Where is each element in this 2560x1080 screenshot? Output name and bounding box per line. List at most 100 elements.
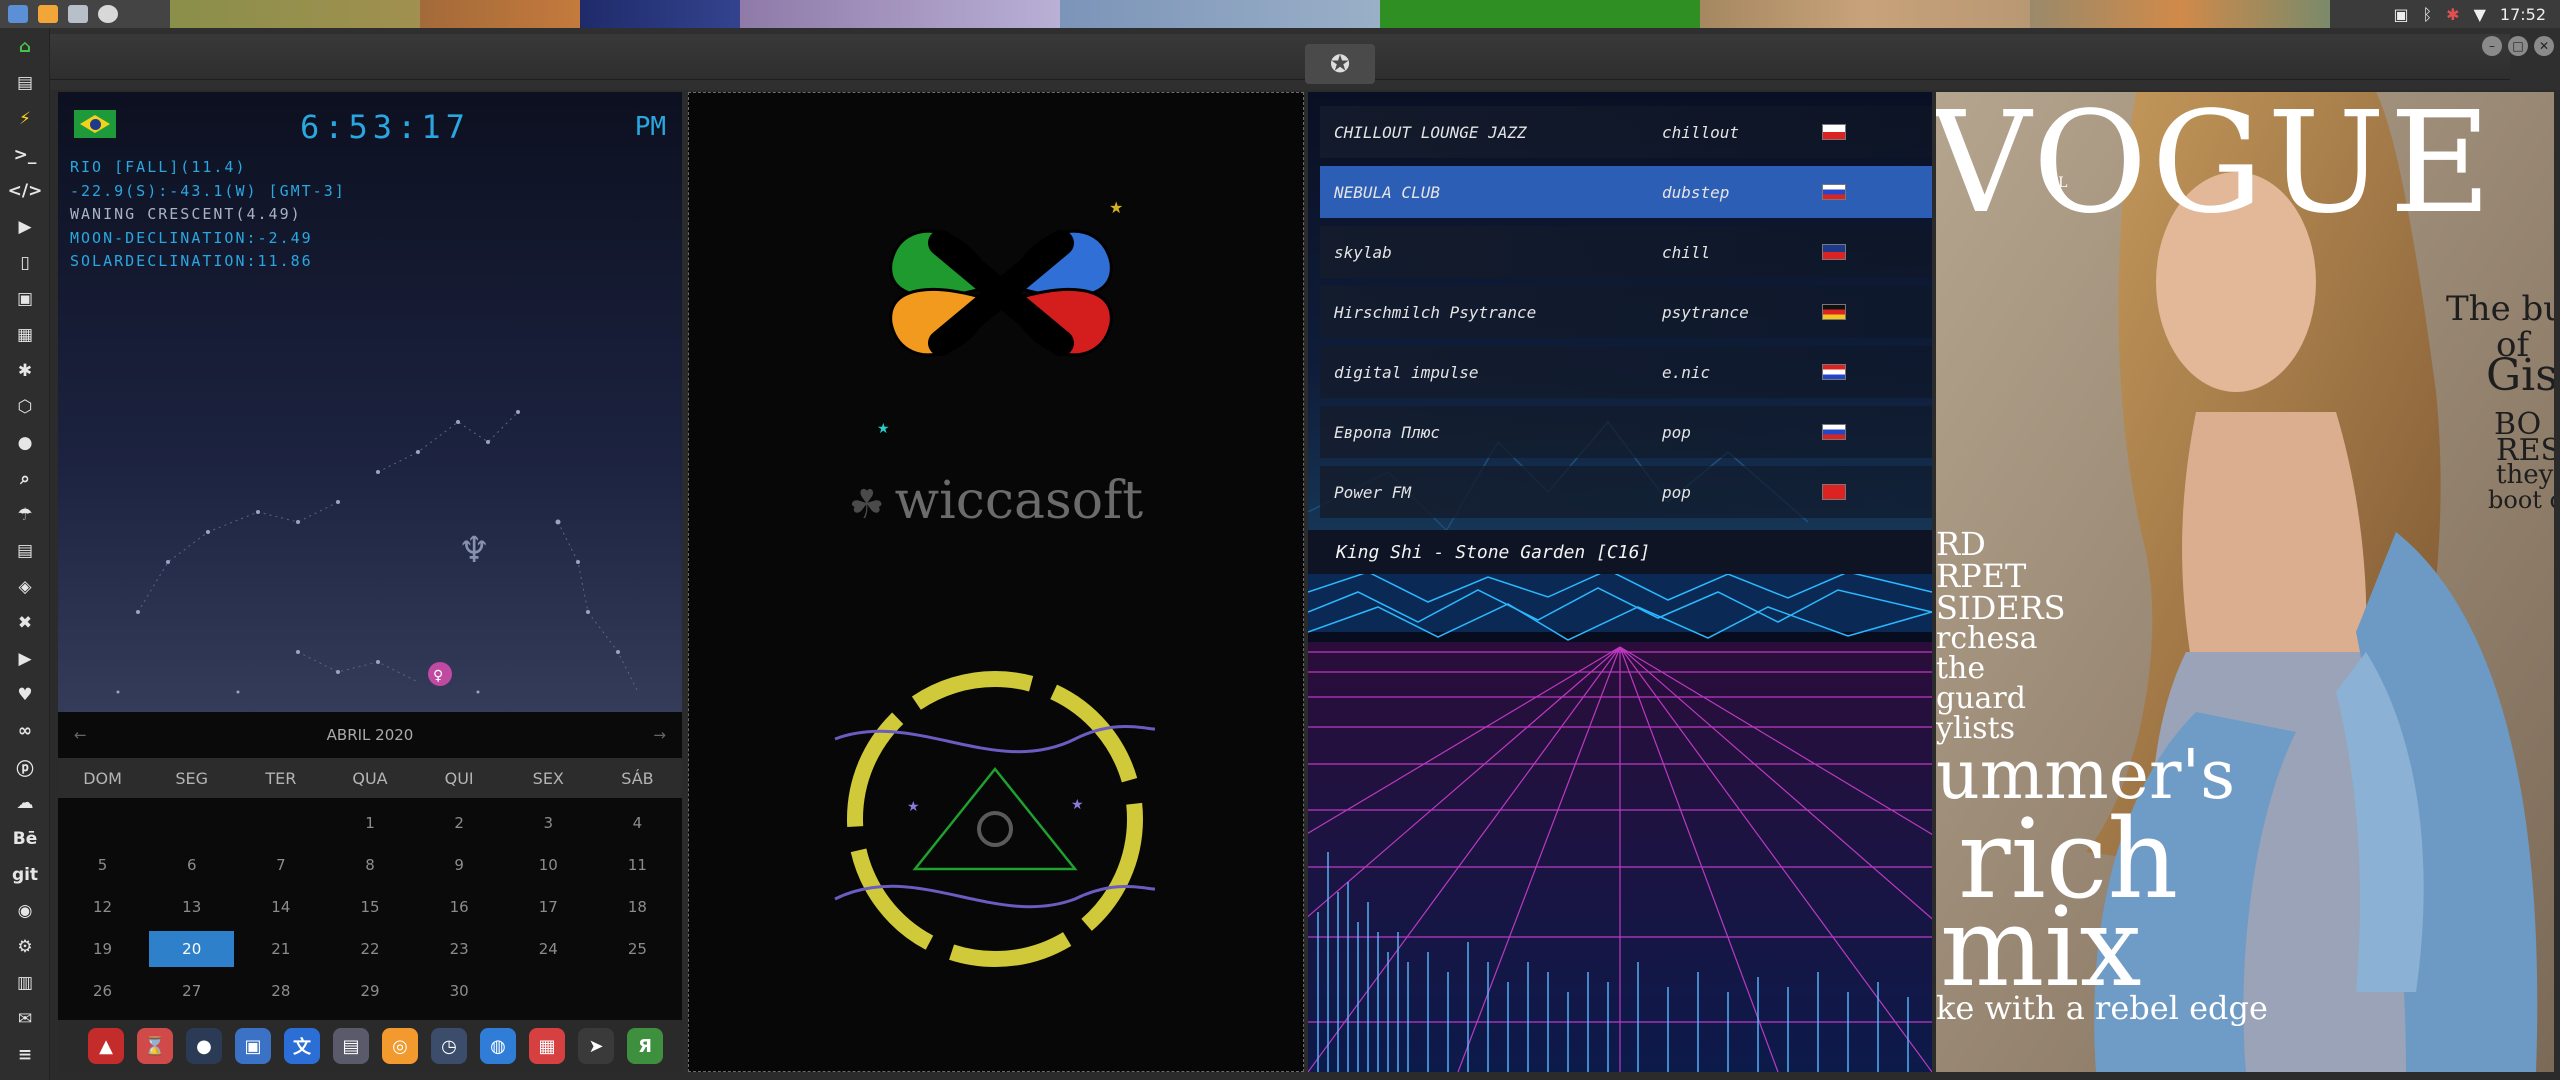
- calendar-day[interactable]: 14: [236, 886, 325, 928]
- tools-icon[interactable]: ✖: [12, 610, 38, 636]
- top-taskbar: ▣ ᛒ ✱ ▼ 17:52: [0, 0, 2560, 28]
- titlebar-track[interactable]: [50, 34, 2510, 80]
- station-row[interactable]: skylab chill: [1320, 226, 1932, 278]
- bicycle-icon[interactable]: ⚙: [12, 934, 38, 960]
- calendar-day[interactable]: 24: [504, 928, 593, 970]
- news-icon[interactable]: ▦: [12, 322, 38, 348]
- station-row[interactable]: Power FM pop: [1320, 466, 1932, 518]
- mail-icon[interactable]: ✉: [12, 1006, 38, 1032]
- side-launcher: ⌂ ▤ ⚡ >_ </> ▶ ▯ ▣ ▦ ✱ ⬡ ● ⌕ ☂ ▤ ◈ ✖ ▶ ♥ ∞ ⓟ ☁ Bē git ◉ ⚙ ▥ ✉ ≡: [0, 28, 50, 1080]
- calendar-day[interactable]: 10: [504, 844, 593, 886]
- next-month-icon[interactable]: →: [653, 726, 666, 744]
- calendar-day[interactable]: 30: [415, 970, 504, 1012]
- contacts-icon[interactable]: ▤: [12, 538, 38, 564]
- station-row[interactable]: Европа Плюс pop: [1320, 406, 1932, 458]
- station-genre: e.nic: [1662, 362, 1711, 382]
- wifi-icon[interactable]: ▼: [2474, 5, 2486, 24]
- news-reader-icon[interactable]: ▤: [333, 1028, 369, 1064]
- calendar-day[interactable]: 21: [236, 928, 325, 970]
- clock-app-icon[interactable]: ◷: [431, 1028, 467, 1064]
- tag-icon[interactable]: ◈: [12, 574, 38, 600]
- calendar-day[interactable]: 5: [58, 844, 147, 886]
- calendar-day[interactable]: 3: [504, 802, 593, 844]
- globe-icon[interactable]: ●: [12, 430, 38, 456]
- calendar-day[interactable]: 29: [325, 970, 414, 1012]
- terminal-icon[interactable]: >_: [12, 142, 38, 168]
- sublime-icon[interactable]: [38, 5, 58, 23]
- calendar-day[interactable]: 25: [593, 928, 682, 970]
- prev-month-icon[interactable]: ←: [74, 726, 87, 744]
- cover-line: AL: [2048, 175, 2068, 191]
- image-icon[interactable]: ▣: [12, 286, 38, 312]
- station-row[interactable]: NEBULA CLUB dubstep: [1320, 166, 1932, 218]
- code-icon[interactable]: </>: [8, 178, 43, 204]
- calendar-day[interactable]: 2: [415, 802, 504, 844]
- calendar-day-selected[interactable]: 20: [149, 931, 235, 967]
- calendar-day[interactable]: 12: [58, 886, 147, 928]
- files-icon[interactable]: [8, 5, 28, 23]
- calendar-day[interactable]: 4: [593, 802, 682, 844]
- calendar-day[interactable]: 13: [147, 886, 236, 928]
- cloud-icon[interactable]: ☁: [12, 790, 38, 816]
- station-row[interactable]: digital impulse e.nic: [1320, 346, 1932, 398]
- calendar-day[interactable]: 16: [415, 886, 504, 928]
- flash-icon[interactable]: ⚡: [12, 106, 38, 132]
- chrome-icon[interactable]: [98, 5, 118, 23]
- photo-viewer-icon[interactable]: ▣: [235, 1028, 271, 1064]
- wallpaper-strip: [170, 0, 420, 28]
- calendar-day[interactable]: 7: [236, 844, 325, 886]
- minimize-button[interactable]: –: [2482, 36, 2502, 56]
- calendar-day[interactable]: 11: [593, 844, 682, 886]
- search-icon[interactable]: ⌕: [12, 466, 38, 492]
- storage-icon[interactable]: ≡: [12, 1042, 38, 1068]
- translate-icon[interactable]: 文: [284, 1028, 320, 1064]
- behance-icon[interactable]: Bē: [12, 826, 38, 852]
- calendar-app-icon[interactable]: ▦: [529, 1028, 565, 1064]
- hourglass-app-icon[interactable]: ⌛: [137, 1028, 173, 1064]
- calendar-day[interactable]: 18: [593, 886, 682, 928]
- close-button[interactable]: ✕: [2534, 36, 2554, 56]
- arrow-app-icon[interactable]: ➤: [578, 1028, 614, 1064]
- document-icon[interactable]: ▤: [12, 70, 38, 96]
- settings-gear-icon[interactable]: ✱: [2446, 5, 2459, 24]
- bluetooth-icon[interactable]: ᛒ: [2423, 5, 2433, 24]
- file-icon[interactable]: ▯: [12, 250, 38, 276]
- play-icon[interactable]: ▶: [12, 214, 38, 240]
- calendar-day[interactable]: 6: [147, 844, 236, 886]
- github-icon[interactable]: ◉: [12, 898, 38, 924]
- calendar-day[interactable]: 1: [325, 802, 414, 844]
- calendar-day[interactable]: 8: [325, 844, 414, 886]
- umbrella-icon[interactable]: ☂: [12, 502, 38, 528]
- calendar-day[interactable]: 27: [147, 970, 236, 1012]
- arch-app-icon[interactable]: ▲: [88, 1028, 124, 1064]
- calendar-day[interactable]: 23: [415, 928, 504, 970]
- window-icon[interactable]: [68, 5, 88, 23]
- station-row[interactable]: CHILLOUT LOUNGE JAZZ chillout: [1320, 106, 1932, 158]
- calendar-day[interactable]: 28: [236, 970, 325, 1012]
- calendar-day[interactable]: 15: [325, 886, 414, 928]
- home-icon[interactable]: ⌂: [12, 34, 38, 60]
- maximize-button[interactable]: □: [2508, 36, 2528, 56]
- youtube-icon[interactable]: ▶: [12, 646, 38, 672]
- image-icon[interactable]: ▣: [2393, 5, 2408, 24]
- rebel-alliance-icon: ✪: [1305, 44, 1375, 84]
- pinterest-icon[interactable]: ⓟ: [12, 754, 38, 780]
- browser-icon[interactable]: ◍: [480, 1028, 516, 1064]
- gear-icon[interactable]: ✱: [12, 358, 38, 384]
- clock-time[interactable]: 17:52: [2500, 5, 2546, 24]
- calendar-day[interactable]: 19: [58, 928, 147, 970]
- git-icon[interactable]: git: [12, 862, 38, 888]
- search-app-icon[interactable]: ◎: [382, 1028, 418, 1064]
- calendar-day[interactable]: 17: [504, 886, 593, 928]
- calendar-day[interactable]: 22: [325, 928, 414, 970]
- station-row[interactable]: Hirschmilch Psytrance psytrance: [1320, 286, 1932, 338]
- calendar-day[interactable]: 26: [58, 970, 147, 1012]
- calendar-day[interactable]: 9: [415, 844, 504, 886]
- window-titlebar[interactable]: ✪ – □ ✕: [50, 28, 2560, 90]
- hexagon-icon[interactable]: ⬡: [12, 394, 38, 420]
- yandex-icon[interactable]: Я: [627, 1028, 663, 1064]
- heart-icon[interactable]: ♥: [12, 682, 38, 708]
- infinity-icon[interactable]: ∞: [12, 718, 38, 744]
- space-app-icon[interactable]: ●: [186, 1028, 222, 1064]
- map-icon[interactable]: ▥: [12, 970, 38, 996]
